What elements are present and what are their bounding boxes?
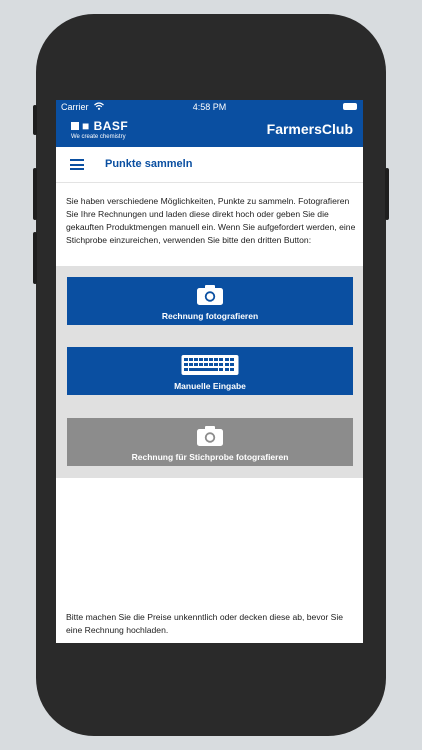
camera-icon — [67, 284, 353, 306]
status-bar: Carrier 4:58 PM — [56, 100, 363, 114]
manual-entry-label: Manuelle Eingabe — [174, 381, 246, 391]
battery-icon — [343, 103, 357, 110]
logo-tagline: We create chemistry — [71, 134, 126, 140]
volume-up-button — [33, 168, 37, 220]
app-screen: Carrier 4:58 PM ■ BASF We create chemist… — [56, 100, 363, 643]
keyboard-icon — [67, 354, 353, 376]
photograph-invoice-button[interactable]: Rechnung fotografieren — [67, 277, 353, 325]
intro-text: Sie haben verschiedene Möglichkeiten, Pu… — [66, 196, 356, 245]
camera-icon — [67, 425, 353, 447]
status-time: 4:58 PM — [192, 102, 227, 112]
volume-down-button — [33, 232, 37, 284]
logo-name: BASF — [93, 119, 129, 133]
photograph-invoice-label: Rechnung fotografieren — [161, 311, 259, 321]
footer-note: Bitte machen Sie die Preise unkenntlich … — [66, 612, 344, 635]
photograph-sample-invoice-label: Rechnung für Stichprobe fotografieren — [131, 452, 289, 462]
manual-entry-button[interactable]: Manuelle Eingabe — [67, 347, 353, 395]
app-header: ■ BASF We create chemistry FarmersClub — [56, 114, 363, 147]
logo-square-icon — [71, 122, 79, 130]
action-panel: Rechnung fotografieren Manuelle Eingabe — [56, 266, 363, 478]
basf-logo: ■ BASF We create chemistry — [71, 119, 129, 140]
nav-bar: Punkte sammeln — [56, 147, 363, 183]
page-title: Punkte sammeln — [105, 158, 193, 170]
app-name: FarmersClub — [266, 121, 353, 137]
mute-switch — [33, 105, 37, 135]
power-button — [385, 168, 389, 220]
photograph-sample-invoice-button[interactable]: Rechnung für Stichprobe fotografieren — [67, 418, 353, 466]
hamburger-menu-icon[interactable] — [70, 159, 84, 170]
